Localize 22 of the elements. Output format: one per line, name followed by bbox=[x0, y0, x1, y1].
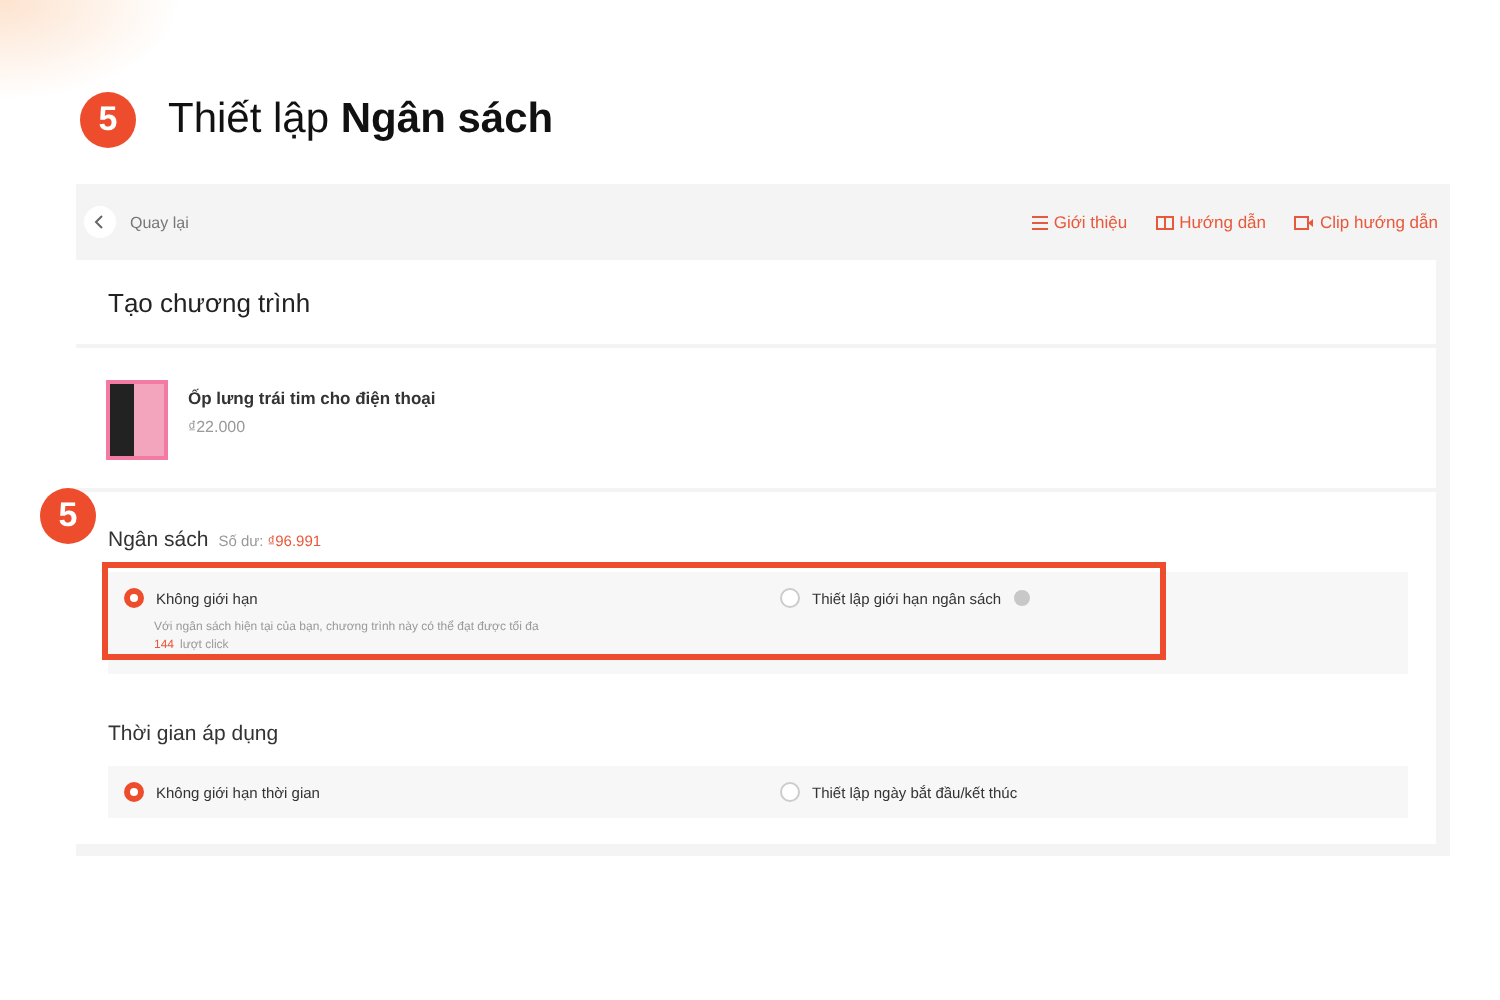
step-number-badge: 5 bbox=[80, 92, 136, 148]
list-icon bbox=[1031, 215, 1048, 229]
back-icon bbox=[84, 206, 116, 238]
book-icon bbox=[1155, 215, 1174, 229]
product-price: ₫22.000 bbox=[188, 418, 248, 436]
page-title: Tạo chương trình bbox=[108, 287, 311, 317]
video-icon bbox=[1294, 215, 1314, 229]
step-title: Thiết lập Ngân sách bbox=[168, 96, 554, 144]
back-button[interactable]: Quay lại bbox=[84, 206, 189, 238]
radio-button[interactable] bbox=[124, 782, 144, 802]
section-title: Ngân sách bbox=[108, 528, 209, 552]
back-label: Quay lại bbox=[130, 213, 189, 231]
help-link[interactable]: Clip hướng dẫn bbox=[1294, 212, 1438, 232]
radio-button[interactable] bbox=[124, 588, 144, 608]
product-name: Ốp lưng trái tim cho điện thoại bbox=[188, 388, 436, 408]
help-link[interactable]: Giới thiệu bbox=[1031, 212, 1128, 232]
radio-button[interactable] bbox=[780, 588, 800, 608]
step-number-badge: 5 bbox=[40, 488, 96, 544]
radio-button[interactable] bbox=[780, 782, 800, 802]
section-title: Thời gian áp dụng bbox=[108, 722, 279, 746]
photo-placeholder bbox=[106, 380, 168, 460]
help-link[interactable]: Hướng dẫn bbox=[1155, 212, 1266, 232]
